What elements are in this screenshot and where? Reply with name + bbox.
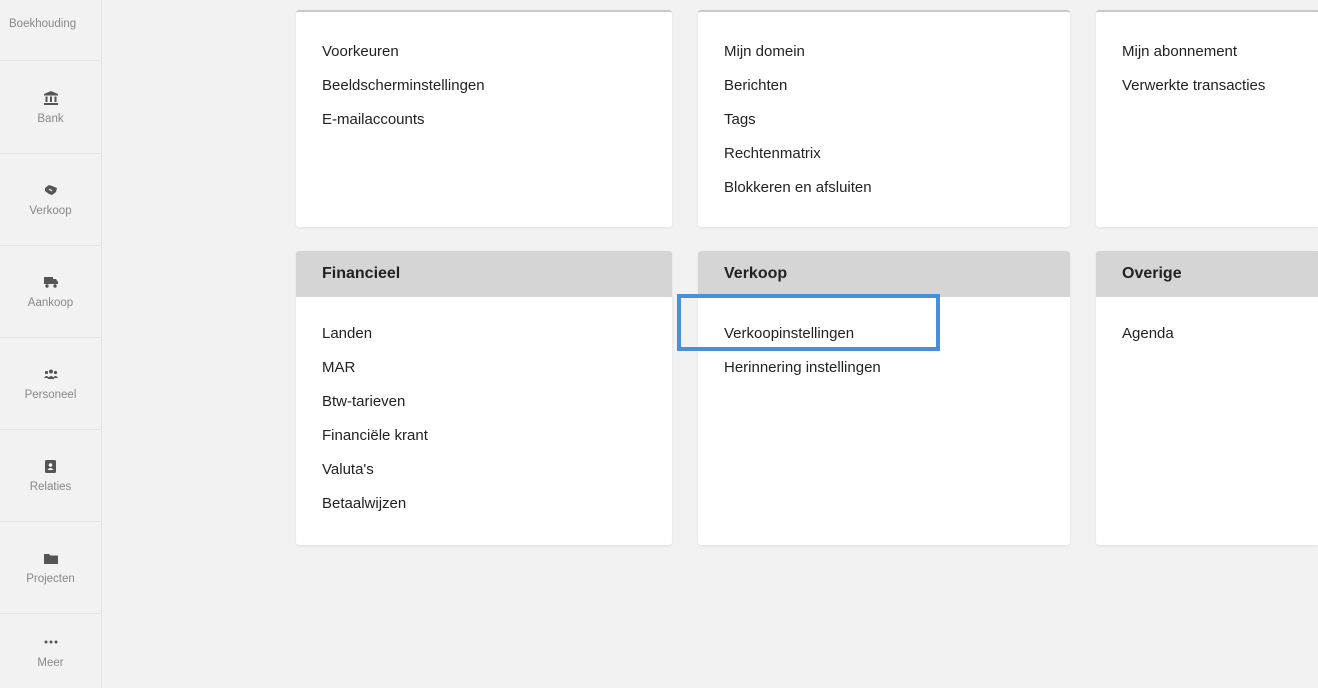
sidebar-item-label: Relaties	[29, 481, 72, 493]
sidebar-item-label: Aankoop	[27, 297, 74, 309]
link-tags[interactable]: Tags	[698, 103, 1070, 137]
link-herinnering-instellingen[interactable]: Herinnering instellingen	[698, 351, 1070, 385]
link-mar[interactable]: MAR	[296, 351, 672, 385]
settings-card-verkoop: Verkoop Verkoopinstellingen Herinnering …	[698, 251, 1070, 545]
sidebar-item-projecten[interactable]: Projecten	[0, 521, 101, 614]
sidebar-item-label: Projecten	[26, 573, 75, 585]
link-landen[interactable]: Landen	[296, 317, 672, 351]
sidebar: Boekhouding Bank Verkoop Aankoop Persone…	[0, 0, 102, 688]
address-book-icon	[45, 457, 56, 475]
link-mijn-domein[interactable]: Mijn domein	[698, 35, 1070, 69]
sidebar-item-label: Meer	[37, 656, 64, 669]
settings-card-subscription: Mijn abonnement Verwerkte transacties	[1096, 10, 1318, 227]
card-title: Overige	[1096, 251, 1318, 297]
link-btw-tarieven[interactable]: Btw-tarieven	[296, 385, 672, 419]
sidebar-item-bank[interactable]: Bank	[0, 61, 101, 154]
link-betaalwijzen[interactable]: Betaalwijzen	[296, 487, 672, 521]
sidebar-item-label: Personeel	[24, 389, 77, 401]
link-agenda[interactable]: Agenda	[1096, 317, 1318, 351]
sidebar-item-personeel[interactable]: Personeel	[0, 337, 101, 430]
link-beeldscherminstellingen[interactable]: Beeldscherminstellingen	[296, 69, 672, 103]
link-voorkeuren[interactable]: Voorkeuren	[296, 35, 672, 69]
folder-icon	[43, 549, 58, 567]
handshake-icon	[44, 181, 58, 199]
link-e-mailaccounts[interactable]: E-mailaccounts	[296, 103, 672, 137]
link-blokkeren-en-afsluiten[interactable]: Blokkeren en afsluiten	[698, 171, 1070, 205]
settings-card-overige: Overige Agenda	[1096, 251, 1318, 545]
settings-card-financieel: Financieel Landen MAR Btw-tarieven Finan…	[296, 251, 672, 545]
link-verkoopinstellingen[interactable]: Verkoopinstellingen	[698, 317, 1070, 351]
truck-icon	[43, 273, 58, 291]
sidebar-item-aankoop[interactable]: Aankoop	[0, 245, 101, 338]
settings-card-general: Voorkeuren Beeldscherminstellingen E-mai…	[296, 10, 672, 227]
link-financiele-krant[interactable]: Financiële krant	[296, 419, 672, 453]
sidebar-item-verkoop[interactable]: Verkoop	[0, 153, 101, 246]
sidebar-item-label: Verkoop	[29, 205, 72, 217]
sidebar-item-label: Bank	[37, 113, 64, 125]
link-berichten[interactable]: Berichten	[698, 69, 1070, 103]
settings-card-domain: Mijn domein Berichten Tags Rechtenmatrix…	[698, 10, 1070, 227]
bank-icon	[43, 89, 58, 107]
sidebar-item-meer[interactable]: Meer	[0, 613, 101, 688]
ellipsis-icon	[44, 633, 58, 651]
users-icon	[43, 365, 58, 383]
sidebar-item-relaties[interactable]: Relaties	[0, 429, 101, 522]
sidebar-item-label: Boekhouding	[9, 18, 77, 30]
link-mijn-abonnement[interactable]: Mijn abonnement	[1096, 35, 1318, 69]
link-valutas[interactable]: Valuta's	[296, 453, 672, 487]
link-verwerkte-transacties[interactable]: Verwerkte transacties	[1096, 69, 1318, 103]
card-title: Financieel	[296, 251, 672, 297]
card-title: Verkoop	[698, 251, 1070, 297]
sidebar-item-boekhouding[interactable]: Boekhouding	[0, 0, 101, 61]
link-rechtenmatrix[interactable]: Rechtenmatrix	[698, 137, 1070, 171]
